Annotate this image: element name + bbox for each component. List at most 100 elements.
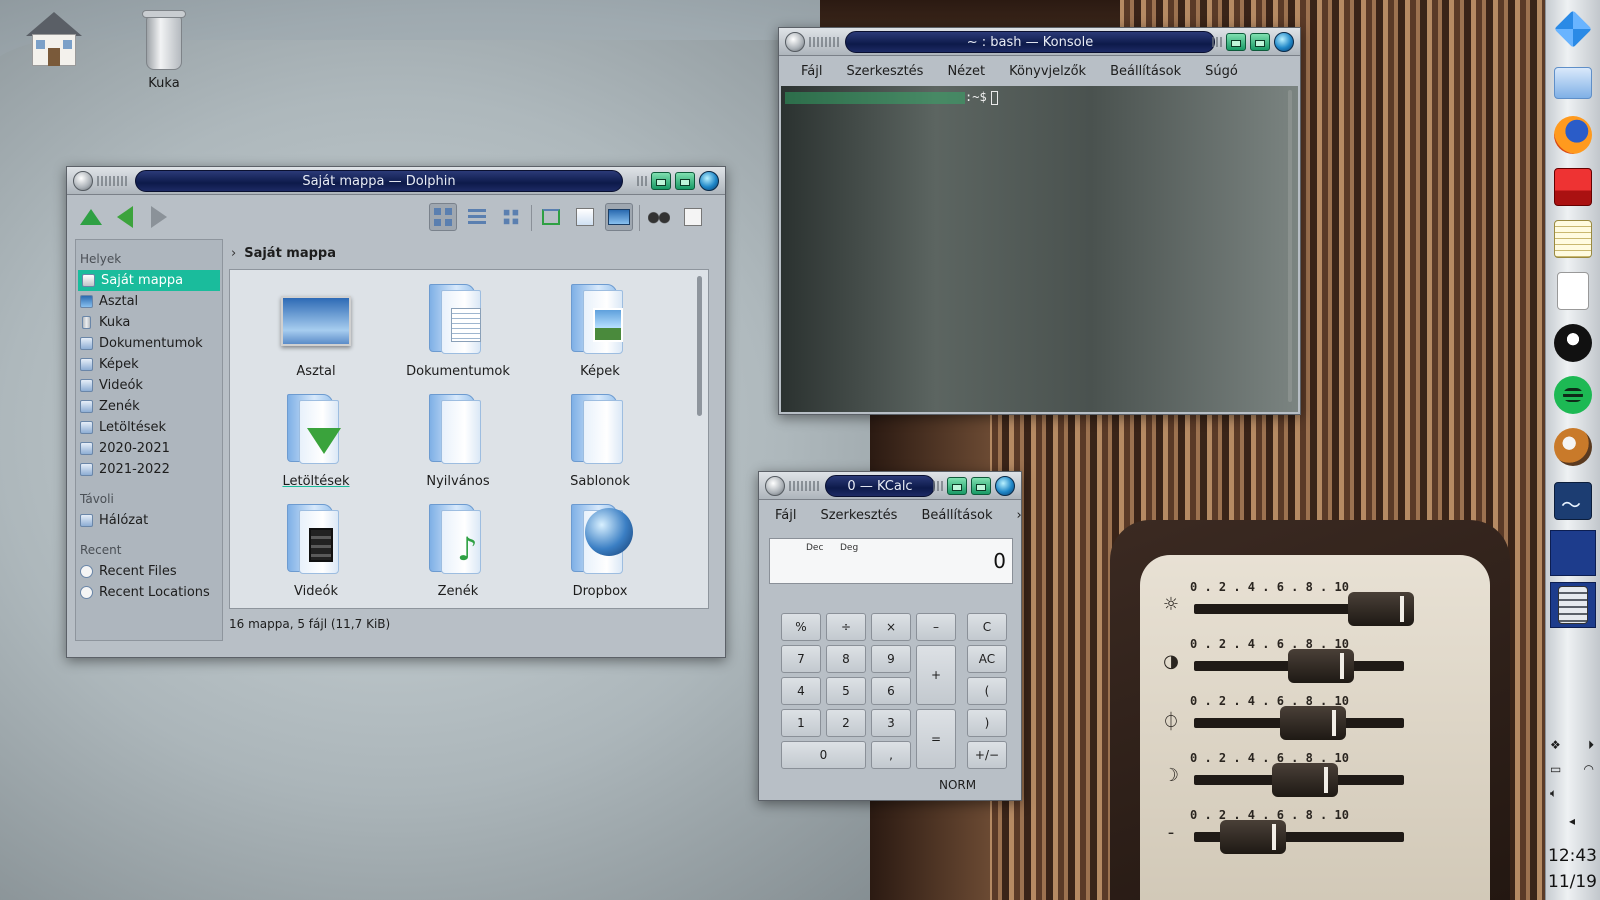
dock-item-inkscape[interactable] [1550,320,1596,366]
dock-item-spotify[interactable] [1550,372,1596,418]
digit-5-button[interactable]: 5 [826,677,866,705]
details-view-button[interactable] [463,203,491,231]
scrollbar[interactable] [697,276,702,416]
panel-button[interactable] [679,203,707,231]
icons-view-button[interactable] [429,203,457,231]
digit-6-button[interactable]: 6 [871,677,911,705]
menu-bookmarks[interactable]: Könyvjelzők [997,64,1098,79]
digit-7-button[interactable]: 7 [781,645,821,673]
places-item-desktop[interactable]: Asztal [76,291,222,312]
file-item-documents[interactable]: Dokumentumok [388,280,528,379]
desktop-icon-home[interactable] [14,8,94,76]
dropbox-tray-icon[interactable]: ❖ [1550,738,1561,753]
places-item-recent-files[interactable]: Recent Files [76,561,222,582]
kcalc-titlebar[interactable]: 0 — KCalc [759,472,1021,500]
places-item-documents[interactable]: Dokumentumok [76,333,222,354]
battery-icon[interactable]: ▭ [1550,762,1561,776]
places-item-2021-2022[interactable]: 2021-2022 [76,459,222,480]
breadcrumb-current[interactable]: Saját mappa [244,246,336,261]
terminal-area[interactable]: :~$ [781,86,1298,412]
clear-button[interactable]: C [967,613,1007,641]
places-item-downloads[interactable]: Letöltések [76,417,222,438]
preview-button[interactable] [605,203,633,231]
equals-button[interactable]: = [916,709,956,769]
menu-settings[interactable]: Beállítások [909,508,1004,523]
file-item-public[interactable]: Nyilvános [388,390,528,489]
split-view-button[interactable] [537,203,565,231]
places-item-home[interactable]: Saját mappa [78,270,220,291]
places-item-videos[interactable]: Videók [76,375,222,396]
dock-item-document[interactable] [1550,268,1596,314]
menu-file[interactable]: Fájl [763,508,808,523]
menu-edit[interactable]: Szerkesztés [834,64,935,79]
window-menu-icon[interactable] [765,476,785,496]
compact-view-button[interactable] [497,203,525,231]
close-button[interactable] [1274,32,1294,52]
desktop-icon-trash[interactable]: Kuka [124,8,204,91]
digit-8-button[interactable]: 8 [826,645,866,673]
up-button[interactable] [77,203,105,231]
digit-1-button[interactable]: 1 [781,709,821,737]
dock-item-files[interactable] [1550,60,1596,106]
menu-file[interactable]: Fájl [789,64,834,79]
places-item-2020-2021[interactable]: 2020-2021 [76,438,222,459]
menu-view[interactable]: Nézet [935,64,997,79]
divide-button[interactable]: ÷ [826,613,866,641]
volume-icon[interactable]: 🔈︎ [1550,786,1557,801]
window-menu-icon[interactable] [73,171,93,191]
dock-item-dictionary[interactable] [1550,164,1596,210]
digit-4-button[interactable]: 4 [781,677,821,705]
all-clear-button[interactable]: AC [967,645,1007,673]
multiply-button[interactable]: × [871,613,911,641]
digit-9-button[interactable]: 9 [871,645,911,673]
places-item-pictures[interactable]: Képek [76,354,222,375]
digit-3-button[interactable]: 3 [871,709,911,737]
decimal-button[interactable]: , [871,741,911,769]
search-button[interactable] [645,203,673,231]
file-item-pictures[interactable]: Képek [530,280,670,379]
dock-item-gimp[interactable] [1550,424,1596,470]
places-item-trash[interactable]: Kuka [76,312,222,333]
clock-time[interactable]: 12:43 [1545,846,1600,866]
konsole-titlebar[interactable]: ~ : bash — Konsole [779,28,1300,56]
minimize-button[interactable] [651,172,671,190]
back-button[interactable] [111,203,139,231]
plus-button[interactable]: + [916,645,956,705]
maximize-button[interactable] [971,477,991,495]
window-menu-icon[interactable] [785,32,805,52]
menu-help[interactable]: Súgó [1193,64,1250,79]
scrollbar[interactable] [1288,90,1292,402]
dock-item-firefox[interactable] [1550,112,1596,158]
file-item-templates[interactable]: Sablonok [530,390,670,489]
dock-item-konsole[interactable]: >_ [1550,530,1596,627]
wifi-icon[interactable]: ◠ [1584,762,1594,776]
maximize-button[interactable] [675,172,695,190]
digit-0-button[interactable]: 0 [781,741,866,769]
tray-expand-icon[interactable]: ◂ [1569,814,1575,828]
breadcrumb[interactable]: › Saját mappa [231,241,336,265]
maximize-button[interactable] [1250,33,1270,51]
file-item-music[interactable]: ♪ Zenék [388,500,528,599]
dock-item-notepad[interactable] [1550,216,1596,262]
minimize-button[interactable] [947,477,967,495]
places-item-recent-locations[interactable]: Recent Locations [76,582,222,603]
close-button[interactable] [699,171,719,191]
file-item-downloads[interactable]: Letöltések [246,390,386,489]
places-item-network[interactable]: Hálózat [76,510,222,531]
file-item-dropbox[interactable]: Dropbox [530,500,670,599]
minimize-button[interactable] [1226,33,1246,51]
dolphin-titlebar[interactable]: Saját mappa — Dolphin [67,167,725,195]
file-item-desktop[interactable]: Asztal [246,280,386,379]
clock-date[interactable]: 11/19 [1545,872,1600,892]
file-view[interactable]: Asztal Dokumentumok Képek Letöltések Nyi… [229,269,709,609]
menu-edit[interactable]: Szerkesztés [808,508,909,523]
dock-item-kcalc[interactable] [1550,582,1596,628]
new-window-button[interactable] [571,203,599,231]
dock-item-system-monitor[interactable] [1550,478,1596,524]
menu-settings[interactable]: Beállítások [1098,64,1193,79]
dock-item-dropbox[interactable] [1550,6,1596,52]
file-item-videos[interactable]: Videók [246,500,386,599]
open-paren-button[interactable]: ( [967,677,1007,705]
places-item-music[interactable]: Zenék [76,396,222,417]
digit-2-button[interactable]: 2 [826,709,866,737]
